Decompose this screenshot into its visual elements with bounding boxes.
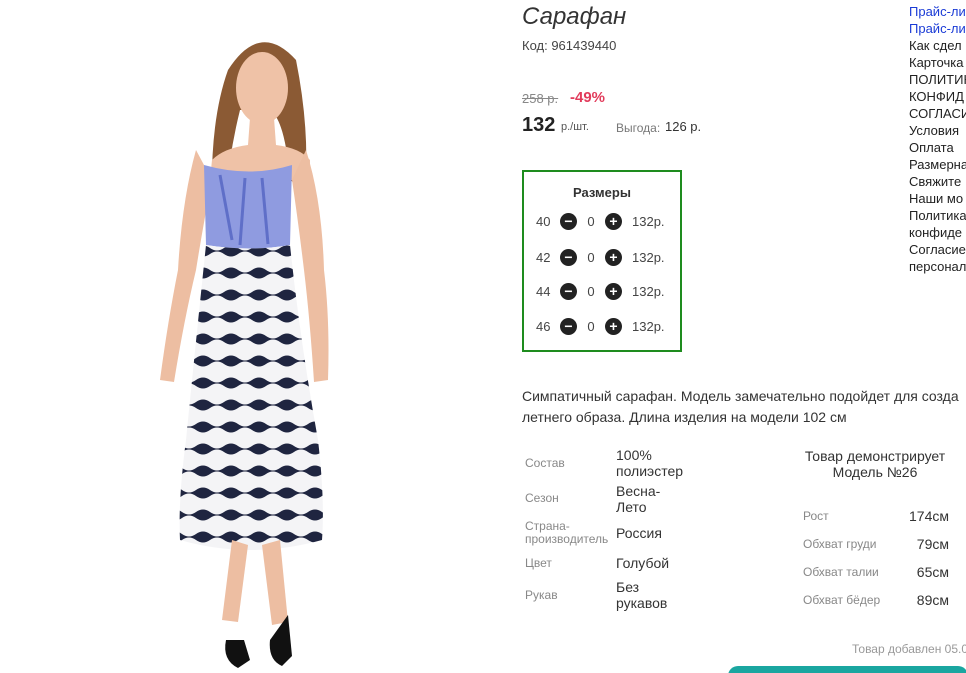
product-photo[interactable] (0, 0, 494, 673)
spec-label-season: Сезон (525, 491, 559, 505)
spec-value-line: 100% (616, 447, 652, 463)
product-description: Симпатичный сарафан. Модель замечательно… (522, 386, 966, 428)
size-value: 42 (536, 249, 551, 265)
model-in-dress-image (160, 42, 329, 668)
savings-label: Выгода: (616, 121, 661, 135)
menu-link-size-chart[interactable]: Размерна (909, 156, 966, 173)
size-row: 40 − 0 + 132р. (536, 211, 665, 231)
menu-link-personal-data[interactable]: персонал (909, 258, 966, 275)
spec-value-line: Без (616, 579, 640, 595)
quantity-value: 0 (587, 283, 595, 299)
current-price: 132 (522, 114, 556, 136)
menu-link-price-list[interactable]: Прайс-ли (909, 3, 966, 20)
menu-link-privacy-policy[interactable]: Политика (909, 207, 966, 224)
spec-value-line: полиэстер (616, 463, 684, 479)
spec-label-country: Страна- производитель (525, 520, 608, 546)
model-title: Товар демонстрирует Модель №26 (800, 448, 950, 480)
spec-value-country: Россия (616, 525, 662, 541)
measurement-label-height: Рост (803, 509, 829, 523)
spec-label-color: Цвет (525, 556, 552, 570)
menu-link-terms[interactable]: Условия (909, 122, 966, 139)
minus-icon[interactable]: − (560, 248, 577, 266)
savings-value: 126 р. (665, 119, 702, 134)
spec-label-line: производитель (525, 532, 609, 546)
product-code: Код: 961439440 (522, 38, 617, 53)
size-price: 132р. (632, 213, 665, 229)
spec-label-composition: Состав (525, 456, 565, 470)
menu-link-payment[interactable]: Оплата (909, 139, 966, 156)
plus-icon[interactable]: + (605, 282, 622, 300)
old-price: 258 р. (522, 91, 559, 106)
plus-icon[interactable]: + (605, 248, 622, 266)
description-line: летнего образа. Длина изделия на модели … (522, 409, 847, 425)
measurement-value-waist: 65см (916, 564, 949, 580)
product-title: Сарафан (522, 3, 627, 30)
action-button[interactable] (728, 666, 966, 673)
side-menu: Прайс-ли Прайс-ли Как сдел Карточка ПОЛИ… (909, 3, 966, 275)
menu-link-policy[interactable]: ПОЛИТИК (909, 71, 966, 88)
spec-value-line: Лето (616, 499, 647, 515)
measurement-value-height: 174см (909, 508, 949, 524)
minus-icon[interactable]: − (560, 317, 577, 335)
plus-icon[interactable]: + (605, 212, 622, 230)
size-price: 132р. (632, 283, 665, 299)
measurement-label-bust: Обхват груди (803, 537, 877, 551)
spec-value-color: Голубой (616, 555, 670, 571)
menu-link-personal-data[interactable]: Согласие (909, 241, 966, 258)
minus-icon[interactable]: − (560, 282, 577, 300)
minus-icon[interactable]: − (560, 212, 577, 230)
size-value: 44 (536, 283, 551, 299)
quantity-value: 0 (587, 213, 595, 229)
menu-link-privacy-policy[interactable]: конфиде (909, 224, 966, 241)
spec-value-composition: 100% полиэстер (616, 447, 683, 479)
spec-value-sleeve: Без рукавов (616, 579, 667, 611)
size-price: 132р. (632, 249, 665, 265)
quantity-value: 0 (587, 249, 595, 265)
measurement-label-hips: Обхват бёдер (803, 593, 881, 607)
spec-value-season: Весна- Лето (616, 483, 660, 515)
size-value: 40 (536, 213, 551, 229)
measurement-value-bust: 79см (916, 536, 949, 552)
size-row: 46 − 0 + 132р. (536, 316, 665, 336)
measurement-label-waist: Обхват талии (803, 565, 879, 579)
size-price: 132р. (632, 318, 665, 334)
menu-link-card[interactable]: Карточка (909, 54, 966, 71)
menu-link-our-models[interactable]: Наши мо (909, 190, 966, 207)
added-date-text: Товар добавлен 05.0 (852, 642, 966, 656)
model-title-line: Модель №26 (832, 464, 918, 480)
price-unit: р./шт. (561, 121, 589, 133)
quantity-value: 0 (587, 318, 595, 334)
spec-value-line: рукавов (616, 595, 668, 611)
size-row: 42 − 0 + 132р. (536, 247, 665, 267)
model-title-line: Товар демонстрирует (804, 448, 946, 464)
plus-icon[interactable]: + (605, 317, 622, 335)
menu-link-consent[interactable]: СОГЛАСИ (909, 105, 966, 122)
description-line: Симпатичный сарафан. Модель замечательно… (522, 388, 959, 404)
sizes-selector: Размеры 40 − 0 + 132р. 42 − 0 + 132р. 44… (522, 170, 682, 352)
menu-link-contact[interactable]: Свяжите (909, 173, 966, 190)
measurement-value-hips: 89см (916, 592, 949, 608)
discount-badge: -49% (570, 89, 606, 106)
size-row: 44 − 0 + 132р. (536, 281, 665, 301)
size-value: 46 (536, 318, 551, 334)
spec-value-line: Весна- (616, 483, 661, 499)
menu-link-confidential[interactable]: КОНФИД (909, 88, 966, 105)
menu-link-price-list[interactable]: Прайс-ли (909, 20, 966, 37)
menu-link-how-to-order[interactable]: Как сдел (909, 37, 966, 54)
sizes-title: Размеры (573, 185, 631, 200)
spec-label-sleeve: Рукав (525, 588, 558, 602)
